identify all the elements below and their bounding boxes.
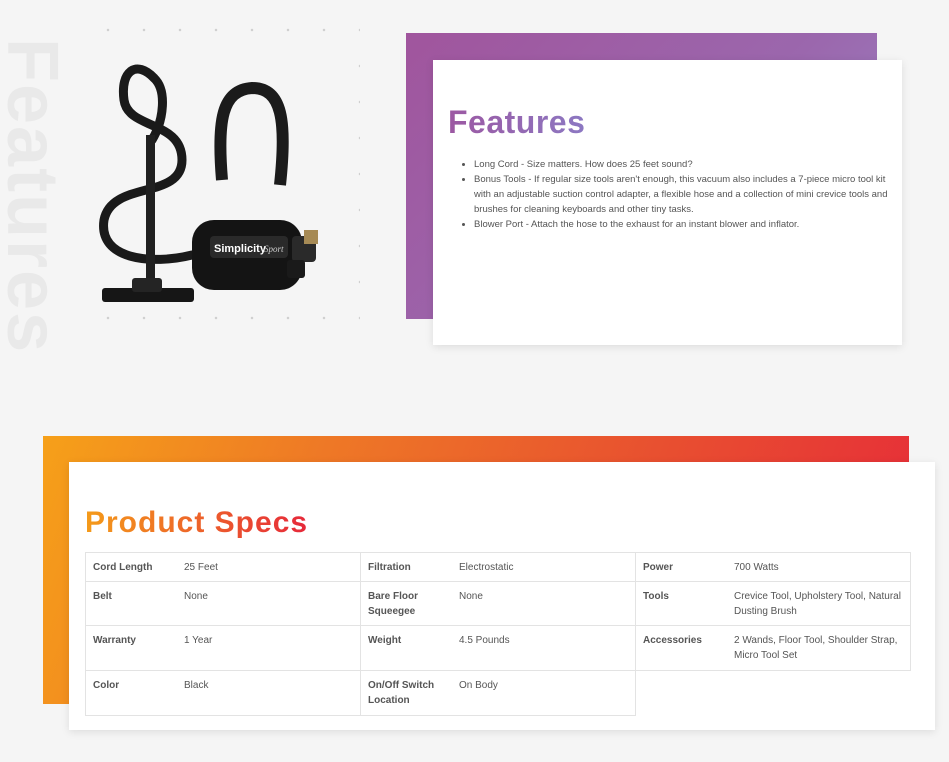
- spec-cell-warranty: Warranty 1 Year: [85, 625, 361, 671]
- spec-value: None: [459, 591, 483, 602]
- spec-value: 2 Wands, Floor Tool, Shoulder Strap, Mic…: [734, 635, 898, 661]
- spec-cell-filtration: Filtration Electrostatic: [360, 552, 636, 582]
- vacuum-product-image: Simplicity Sport: [92, 60, 328, 316]
- spec-value: Black: [184, 680, 209, 691]
- spec-value: 700 Watts: [734, 562, 779, 573]
- spec-value: 25 Feet: [184, 562, 218, 573]
- features-card: Features Long Cord - Size matters. How d…: [433, 60, 902, 345]
- spec-cell-weight: Weight 4.5 Pounds: [360, 625, 636, 671]
- features-list: Long Cord - Size matters. How does 25 fe…: [463, 157, 904, 232]
- spec-cell-belt: Belt None: [85, 581, 361, 626]
- feature-item: Blower Port - Attach the hose to the exh…: [474, 217, 904, 232]
- specs-card: Product Specs Cord Length 25 Feet Filtra…: [69, 462, 935, 730]
- feature-item: Long Cord - Size matters. How does 25 fe…: [474, 157, 904, 172]
- spec-value: Crevice Tool, Upholstery Tool, Natural D…: [734, 591, 901, 617]
- background-vertical-word: Features: [0, 38, 72, 355]
- spec-label: On/Off Switch Location: [368, 680, 435, 706]
- spec-cell-power: Power 700 Watts: [635, 552, 911, 582]
- brand-logo-text: Simplicity: [214, 243, 267, 255]
- feature-item: Bonus Tools - If regular size tools aren…: [474, 172, 904, 217]
- spec-label: Belt: [93, 591, 112, 602]
- spec-value: None: [184, 591, 208, 602]
- spec-value: Electrostatic: [459, 562, 514, 573]
- spec-cell-bare-floor-squeegee: Bare Floor Squeegee None: [360, 581, 636, 626]
- spec-value: On Body: [459, 680, 498, 691]
- spec-label: Accessories: [643, 635, 702, 646]
- spec-label: Weight: [368, 635, 402, 646]
- spec-cell-accessories: Accessories 2 Wands, Floor Tool, Shoulde…: [635, 625, 911, 671]
- spec-cell-tools: Tools Crevice Tool, Upholstery Tool, Nat…: [635, 581, 911, 626]
- spec-label: Warranty: [93, 635, 136, 646]
- spec-label: Filtration: [368, 562, 411, 573]
- spec-value: 1 Year: [184, 635, 213, 646]
- spec-label: Cord Length: [93, 562, 153, 573]
- spec-label: Tools: [643, 591, 669, 602]
- spec-cell-color: Color Black: [85, 670, 361, 716]
- spec-label: Color: [93, 680, 120, 691]
- features-title: Features: [448, 104, 586, 140]
- spec-label: Bare Floor Squeegee: [368, 591, 419, 617]
- spec-cell-on-off-switch-location: On/Off Switch Location On Body: [360, 670, 636, 716]
- svg-text:Sport: Sport: [264, 244, 284, 254]
- spec-cell-cord-length: Cord Length 25 Feet: [85, 552, 361, 582]
- spec-label: Power: [643, 562, 674, 573]
- specs-title: Product Specs: [85, 506, 309, 539]
- spec-value: 4.5 Pounds: [459, 635, 510, 646]
